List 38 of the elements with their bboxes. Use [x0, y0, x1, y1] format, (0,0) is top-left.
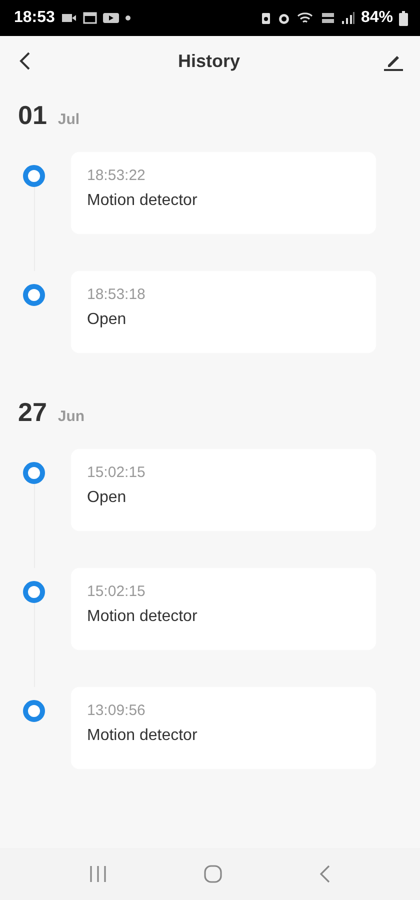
event-time: 18:53:18	[87, 286, 146, 303]
home-icon	[202, 864, 223, 884]
date-day: 27	[18, 397, 47, 428]
alarm-icon	[276, 11, 291, 25]
timeline-dot	[23, 462, 45, 484]
event-time: 13:09:56	[87, 702, 146, 719]
video-call-icon	[60, 12, 77, 24]
event-time: 15:02:15	[87, 464, 146, 481]
event-card[interactable]: 13:09:56 Motion detector	[71, 687, 376, 769]
event-label: Motion detector	[87, 192, 198, 210]
timeline-dot	[23, 700, 45, 722]
recents-icon	[88, 865, 108, 883]
event-card[interactable]: 15:02:15 Motion detector	[71, 568, 376, 650]
battery-saver-icon	[260, 11, 271, 25]
event-time: 15:02:15	[87, 583, 146, 600]
event-label: Motion detector	[87, 727, 198, 745]
timeline-dot	[23, 165, 45, 187]
event-label: Open	[87, 489, 128, 507]
battery-percent: 84%	[360, 9, 393, 27]
timeline-dot	[23, 284, 45, 306]
event-card[interactable]: 15:02:15 Open	[71, 449, 376, 531]
clock-time: 18:53	[14, 9, 55, 27]
back-icon	[318, 864, 332, 884]
calendar-icon	[82, 12, 97, 24]
event-card[interactable]: 18:53:18 Open	[71, 271, 376, 353]
date-month: Jun	[58, 408, 85, 425]
battery-icon	[399, 10, 408, 26]
page-title: History	[178, 50, 240, 72]
date-day: 01	[18, 100, 47, 131]
timeline-dot	[23, 581, 45, 603]
signal-icon	[340, 11, 355, 25]
event-time: 18:53:22	[87, 167, 146, 184]
event-label: Motion detector	[87, 608, 198, 626]
date-month: Jul	[58, 111, 80, 128]
play-icon	[102, 12, 119, 24]
wifi-icon	[296, 11, 315, 25]
event-label: Open	[87, 311, 128, 329]
event-card[interactable]: 18:53:22 Motion detector	[71, 152, 376, 234]
